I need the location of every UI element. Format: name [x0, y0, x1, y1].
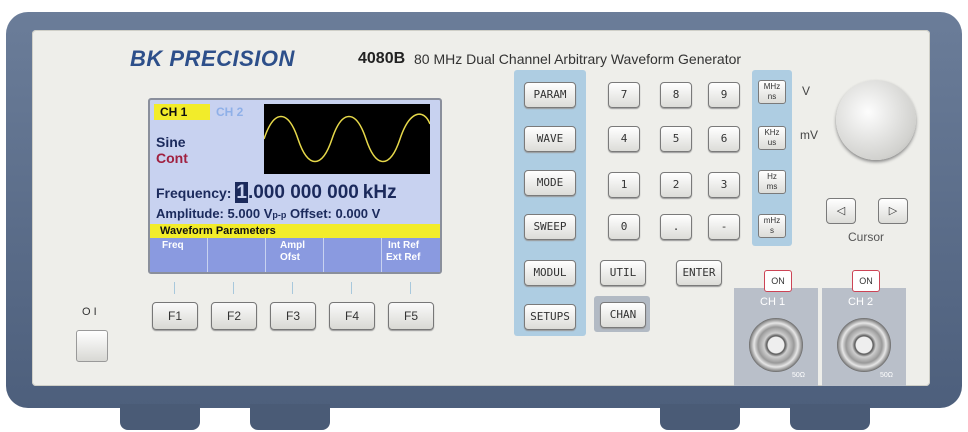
softkey-label-2	[208, 238, 266, 272]
ch1-label: CH 1	[760, 296, 786, 308]
key-8[interactable]: 8	[660, 82, 692, 108]
softkey-label-4	[324, 238, 382, 272]
mode-button[interactable]: MODE	[524, 170, 576, 196]
frequency-unit: kHz	[362, 182, 397, 203]
foot	[660, 404, 740, 430]
softkey-labels: Freq Ampl Ofst Int Ref Ext Ref	[150, 238, 440, 272]
ch2-on-button[interactable]: ON	[852, 270, 880, 292]
chan-button[interactable]: CHAN	[600, 302, 646, 328]
ch1-bnc-connector[interactable]	[749, 318, 803, 372]
unit-mhz-s-button[interactable]: mHz s	[758, 214, 786, 238]
unit-khz-us-button[interactable]: KHz us	[758, 126, 786, 150]
frequency-label: Frequency:	[156, 185, 232, 201]
wave-button[interactable]: WAVE	[524, 126, 576, 152]
cursor-left-button[interactable]: ◁	[826, 198, 856, 224]
unit-label-mv: mV	[800, 128, 818, 142]
menu-title: Waveform Parameters	[150, 224, 440, 238]
softkey-label-3: Ampl Ofst	[266, 238, 324, 272]
key-1[interactable]: 1	[608, 172, 640, 198]
menu-key-panel	[514, 70, 586, 336]
key-4[interactable]: 4	[608, 126, 640, 152]
softkey-tick	[233, 282, 234, 294]
f4-button[interactable]: F4	[329, 302, 375, 330]
unit-mhz-ns-button[interactable]: MHz ns	[758, 80, 786, 104]
f1-button[interactable]: F1	[152, 302, 198, 330]
key-minus[interactable]: -	[708, 214, 740, 240]
sine-wave-trace	[263, 113, 431, 162]
cursor-label: Cursor	[848, 230, 885, 244]
softkey-tick	[351, 282, 352, 294]
amplitude-value: 5.000	[227, 206, 261, 221]
key-0[interactable]: 0	[608, 214, 640, 240]
key-3[interactable]: 3	[708, 172, 740, 198]
cursor-right-button[interactable]: ▷	[878, 198, 908, 224]
lcd-display: CH 1 CH 2 Sine Cont Frequency: 1.000 000…	[148, 98, 442, 274]
amplitude-readout: Amplitude: 5.000 Vp-p Offset: 0.000 V	[156, 206, 380, 221]
util-button[interactable]: UTIL	[600, 260, 646, 286]
enter-button[interactable]: ENTER	[676, 260, 722, 286]
key-2[interactable]: 2	[660, 172, 692, 198]
model-number: 4080B	[358, 50, 406, 67]
f3-button[interactable]: F3	[270, 302, 316, 330]
softkey-tick	[174, 282, 175, 294]
ch2-label: CH 2	[848, 296, 874, 308]
modul-button[interactable]: MODUL	[524, 260, 576, 286]
offset-label: Offset:	[289, 206, 332, 221]
offset-value: 0.000 V	[335, 206, 381, 221]
tab-ch1: CH 1	[154, 104, 216, 120]
ch1-on-button[interactable]: ON	[764, 270, 792, 292]
amplitude-label: Amplitude:	[156, 206, 224, 221]
softkey-tick	[410, 282, 411, 294]
model-description: 80 MHz Dual Channel Arbitrary Waveform G…	[414, 51, 742, 67]
power-symbols: O I	[82, 306, 97, 318]
ch2-impedance: 50Ω	[880, 372, 894, 379]
amplitude-subscript: p-p	[272, 210, 287, 220]
brand-logo: BK PRECISION	[130, 46, 295, 71]
tab-ch2: CH 2	[210, 104, 266, 120]
unit-label-v: V	[802, 84, 811, 98]
rotary-knob[interactable]	[836, 80, 916, 160]
softkey-label-1: Freq	[150, 238, 208, 272]
frequency-readout: Frequency: 1.000 000 000 kHz	[156, 182, 397, 204]
softkey-tick	[292, 282, 293, 294]
waveform-type: Sine	[156, 134, 186, 150]
unit-hz-ms-button[interactable]: Hz ms	[758, 170, 786, 194]
key-5[interactable]: 5	[660, 126, 692, 152]
power-button[interactable]	[76, 330, 108, 362]
foot	[120, 404, 200, 430]
frequency-value: 1.000 000 000	[235, 182, 359, 203]
key-decimal[interactable]: .	[660, 214, 692, 240]
f2-button[interactable]: F2	[211, 302, 257, 330]
foot	[250, 404, 330, 430]
cursor-digit: 1	[235, 182, 248, 203]
key-6[interactable]: 6	[708, 126, 740, 152]
run-mode: Cont	[156, 150, 188, 166]
f5-button[interactable]: F5	[388, 302, 434, 330]
param-button[interactable]: PARAM	[524, 82, 576, 108]
softkey-label-5: Int Ref Ext Ref	[386, 240, 421, 263]
ch1-impedance: 50Ω	[792, 372, 806, 379]
foot	[790, 404, 870, 430]
waveform-preview	[263, 104, 431, 174]
setups-button[interactable]: SETUPS	[524, 304, 576, 330]
sweep-button[interactable]: SWEEP	[524, 214, 576, 240]
ch2-bnc-connector[interactable]	[837, 318, 891, 372]
key-9[interactable]: 9	[708, 82, 740, 108]
key-7[interactable]: 7	[608, 82, 640, 108]
